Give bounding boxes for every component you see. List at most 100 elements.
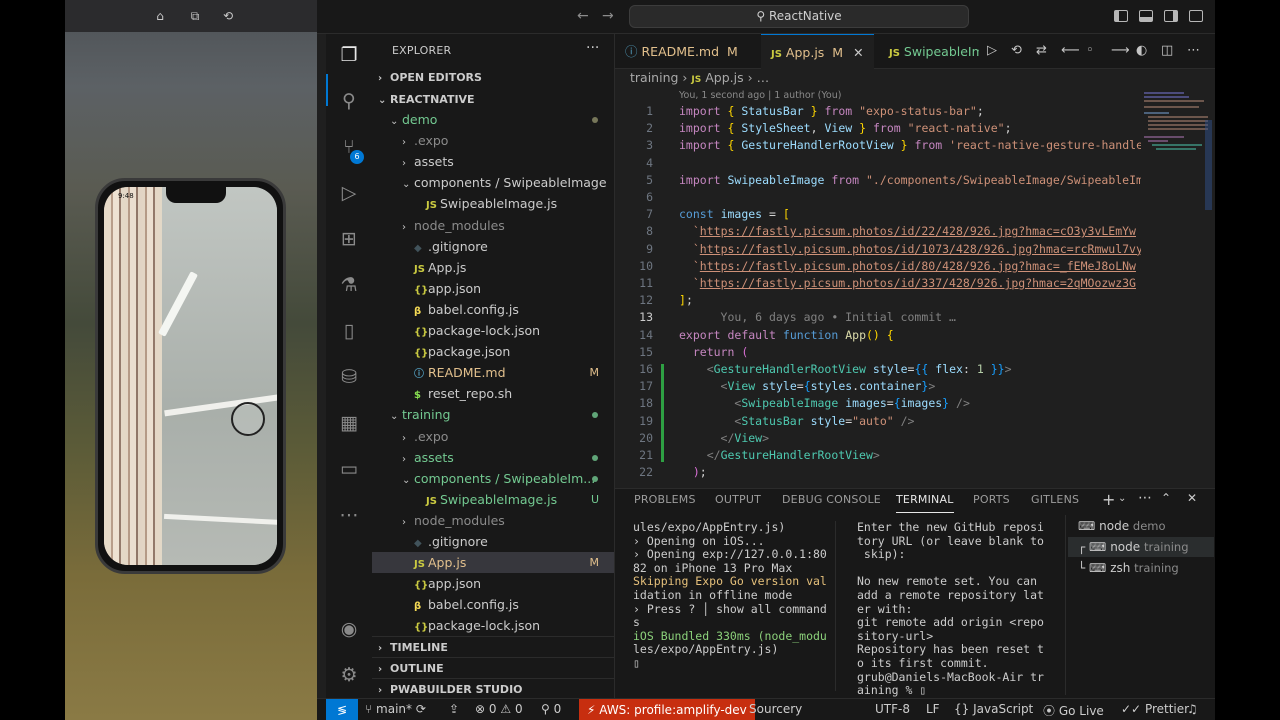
code-line[interactable]: import SwipeableImage from "./components… [679,173,1141,187]
home-icon[interactable]: ⌂ [153,9,167,23]
gear-icon[interactable]: ⚙ [336,662,362,688]
toggle-secondary-sidebar-icon[interactable] [1164,10,1178,22]
code-line[interactable]: import { StyleSheet, View } from "react-… [679,121,1141,135]
minimap[interactable] [1142,90,1212,230]
arrow-right-icon[interactable]: → [602,8,614,24]
tree-folder[interactable]: › .expo [372,426,614,447]
close-icon[interactable]: ✕ [853,45,863,60]
code-line[interactable]: import { GestureHandlerRootView } from '… [679,138,1141,152]
next-change-icon[interactable]: ⟶ [1111,43,1130,58]
workspace-root-section[interactable]: ⌄ REACTNATIVE [372,89,614,110]
gitlens-icon[interactable]: ◐ [1136,43,1147,58]
aws-profile-status[interactable]: ⚡ AWS: profile:amplify-dev [579,699,755,720]
tree-file[interactable]: JS SwipeableImage.js [372,193,614,214]
account-icon[interactable]: ◉ [336,616,362,642]
tree-file[interactable]: {}package.json [372,341,614,362]
code-line[interactable]: `https://fastly.picsum.photos/id/80/428/… [679,259,1141,273]
code-line[interactable]: ); [679,465,1141,479]
code-line[interactable]: export default function App() { [679,328,1141,342]
tree-file[interactable]: β babel.config.js [372,594,614,615]
toggle-panel-icon[interactable] [1139,10,1153,22]
code-line[interactable]: ]; [679,293,1141,307]
tab-terminal[interactable]: TERMINAL [896,493,954,513]
language-status[interactable]: {} JavaScript [954,702,1033,716]
terminal-instance[interactable]: ⌨ node demo [1078,516,1166,536]
tree-folder[interactable]: ⌄ components / SwipeableImage [372,172,614,193]
run-debug-icon[interactable]: ▷ [336,180,362,206]
timeline-section[interactable]: › TIMELINE [372,636,614,657]
customize-layout-icon[interactable] [1189,10,1203,22]
document-icon[interactable]: ▯ [336,318,362,344]
maximize-panel-icon[interactable]: ⌃ [1161,491,1171,505]
tree-folder[interactable]: › node_modules [372,215,614,236]
problems-status[interactable]: ⊗ 0 ⚠ 0 [475,702,523,716]
tree-folder[interactable]: ⌄ components / SwipeableIm... [372,468,614,489]
branch-status[interactable]: ⑂ main* ⟳ [365,702,426,716]
remote-indicator-icon[interactable]: ≶ [326,699,358,720]
tab-debug-console[interactable]: DEBUG CONSOLE [782,493,881,506]
tree-folder[interactable]: › .expo [372,130,614,151]
tree-file[interactable]: ◆ .gitignore [372,236,614,257]
command-center-search[interactable]: ⚲ ReactNative [629,5,969,28]
aws-icon[interactable]: ⛁ [336,364,362,390]
arrow-left-icon[interactable]: ← [577,8,589,24]
docker-icon[interactable]: ▦ [336,410,362,436]
tree-file[interactable]: $ reset_repo.sh [372,383,614,404]
open-editors-section[interactable]: › OPEN EDITORS [372,67,614,88]
code-editor[interactable]: 1 import { StatusBar } from "expo-status-… [615,102,1145,488]
terminal-output-node[interactable]: ules/expo/AppEntry.js) › Opening on iOS..… [633,521,829,671]
toggle-sidebar-icon[interactable] [1114,10,1128,22]
tree-file[interactable]: ⓘ README.md M [372,362,614,383]
more-icon[interactable]: ⋯ [336,502,362,528]
app-screen[interactable]: 9:48 [104,187,277,565]
terminal-split-divider[interactable] [835,521,836,691]
code-line[interactable]: You, 6 days ago • Initial commit … [679,310,1141,324]
commit-icon[interactable]: ◦ [1086,43,1094,58]
new-terminal-icon[interactable]: + [1102,490,1115,509]
tree-file[interactable]: JS SwipeableImage.js U [372,489,614,510]
code-line[interactable]: </GestureHandlerRootView> [679,448,1141,462]
history-icon[interactable]: ⟲ [1011,43,1022,58]
tab-readme[interactable]: ⓘ README.md M [615,34,748,69]
code-line[interactable]: <GestureHandlerRootView style={{ flex: 1… [679,362,1141,376]
tree-file[interactable]: JS App.js [372,257,614,278]
code-line[interactable]: import { StatusBar } from "expo-status-b… [679,104,1141,118]
tab-app-js[interactable]: JS App.js M ✕ [761,34,874,69]
breadcrumb-file[interactable]: App.js [705,70,743,85]
more-actions-icon[interactable]: ··· [586,40,599,56]
code-line[interactable]: <View style={styles.container}> [679,379,1141,393]
tab-output[interactable]: OUTPUT [715,493,761,506]
code-line[interactable]: return ( [679,345,1141,359]
testing-icon[interactable]: ⚗ [336,272,362,298]
previous-change-icon[interactable]: ⟵ [1061,43,1080,58]
eol-status[interactable]: LF [926,702,940,716]
tree-file[interactable]: β babel.config.js [372,299,614,320]
tree-folder[interactable]: › node_modules [372,510,614,531]
outline-section[interactable]: › OUTLINE [372,657,614,678]
tree-file[interactable]: {}app.json [372,278,614,299]
tab-ports[interactable]: PORTS [973,493,1010,506]
folder-icon[interactable]: ▭ [336,456,362,482]
encoding-status[interactable]: UTF-8 [875,702,910,716]
play-icon[interactable]: ▷ [987,43,997,58]
prettier-status[interactable]: ✓✓ Prettier [1121,702,1189,716]
go-live-status[interactable]: ⦿ Go Live [1043,702,1104,719]
more-icon[interactable]: ⋯ [1138,490,1152,506]
tab-problems[interactable]: PROBLEMS [634,493,696,506]
codelens-blame[interactable]: You, 1 second ago | 1 author (You) [679,90,841,101]
breadcrumb-folder[interactable]: training [630,70,678,85]
rotate-icon[interactable]: ⟲ [221,9,235,23]
tree-file[interactable]: {}package-lock.json [372,615,614,636]
files-icon[interactable]: ❐ [336,42,362,68]
tree-folder[interactable]: ⌄ demo [372,109,614,130]
search-icon[interactable]: ⚲ [336,88,362,114]
code-line[interactable]: const images = [ [679,207,1141,221]
tree-file[interactable]: JS App.js M [372,552,614,574]
screenshot-icon[interactable]: ⧉ [188,9,202,23]
split-editor-icon[interactable]: ◫ [1161,43,1173,58]
tree-folder[interactable]: ⌄ training [372,404,614,425]
terminal-output-zsh[interactable]: Enter the new GitHub reposi tory URL (or … [857,521,1053,698]
ports-status[interactable]: ⚲ 0 [541,702,561,716]
more-icon[interactable]: ⋯ [1187,43,1200,58]
terminal-instance[interactable]: └ ⌨ zsh training [1078,558,1179,578]
